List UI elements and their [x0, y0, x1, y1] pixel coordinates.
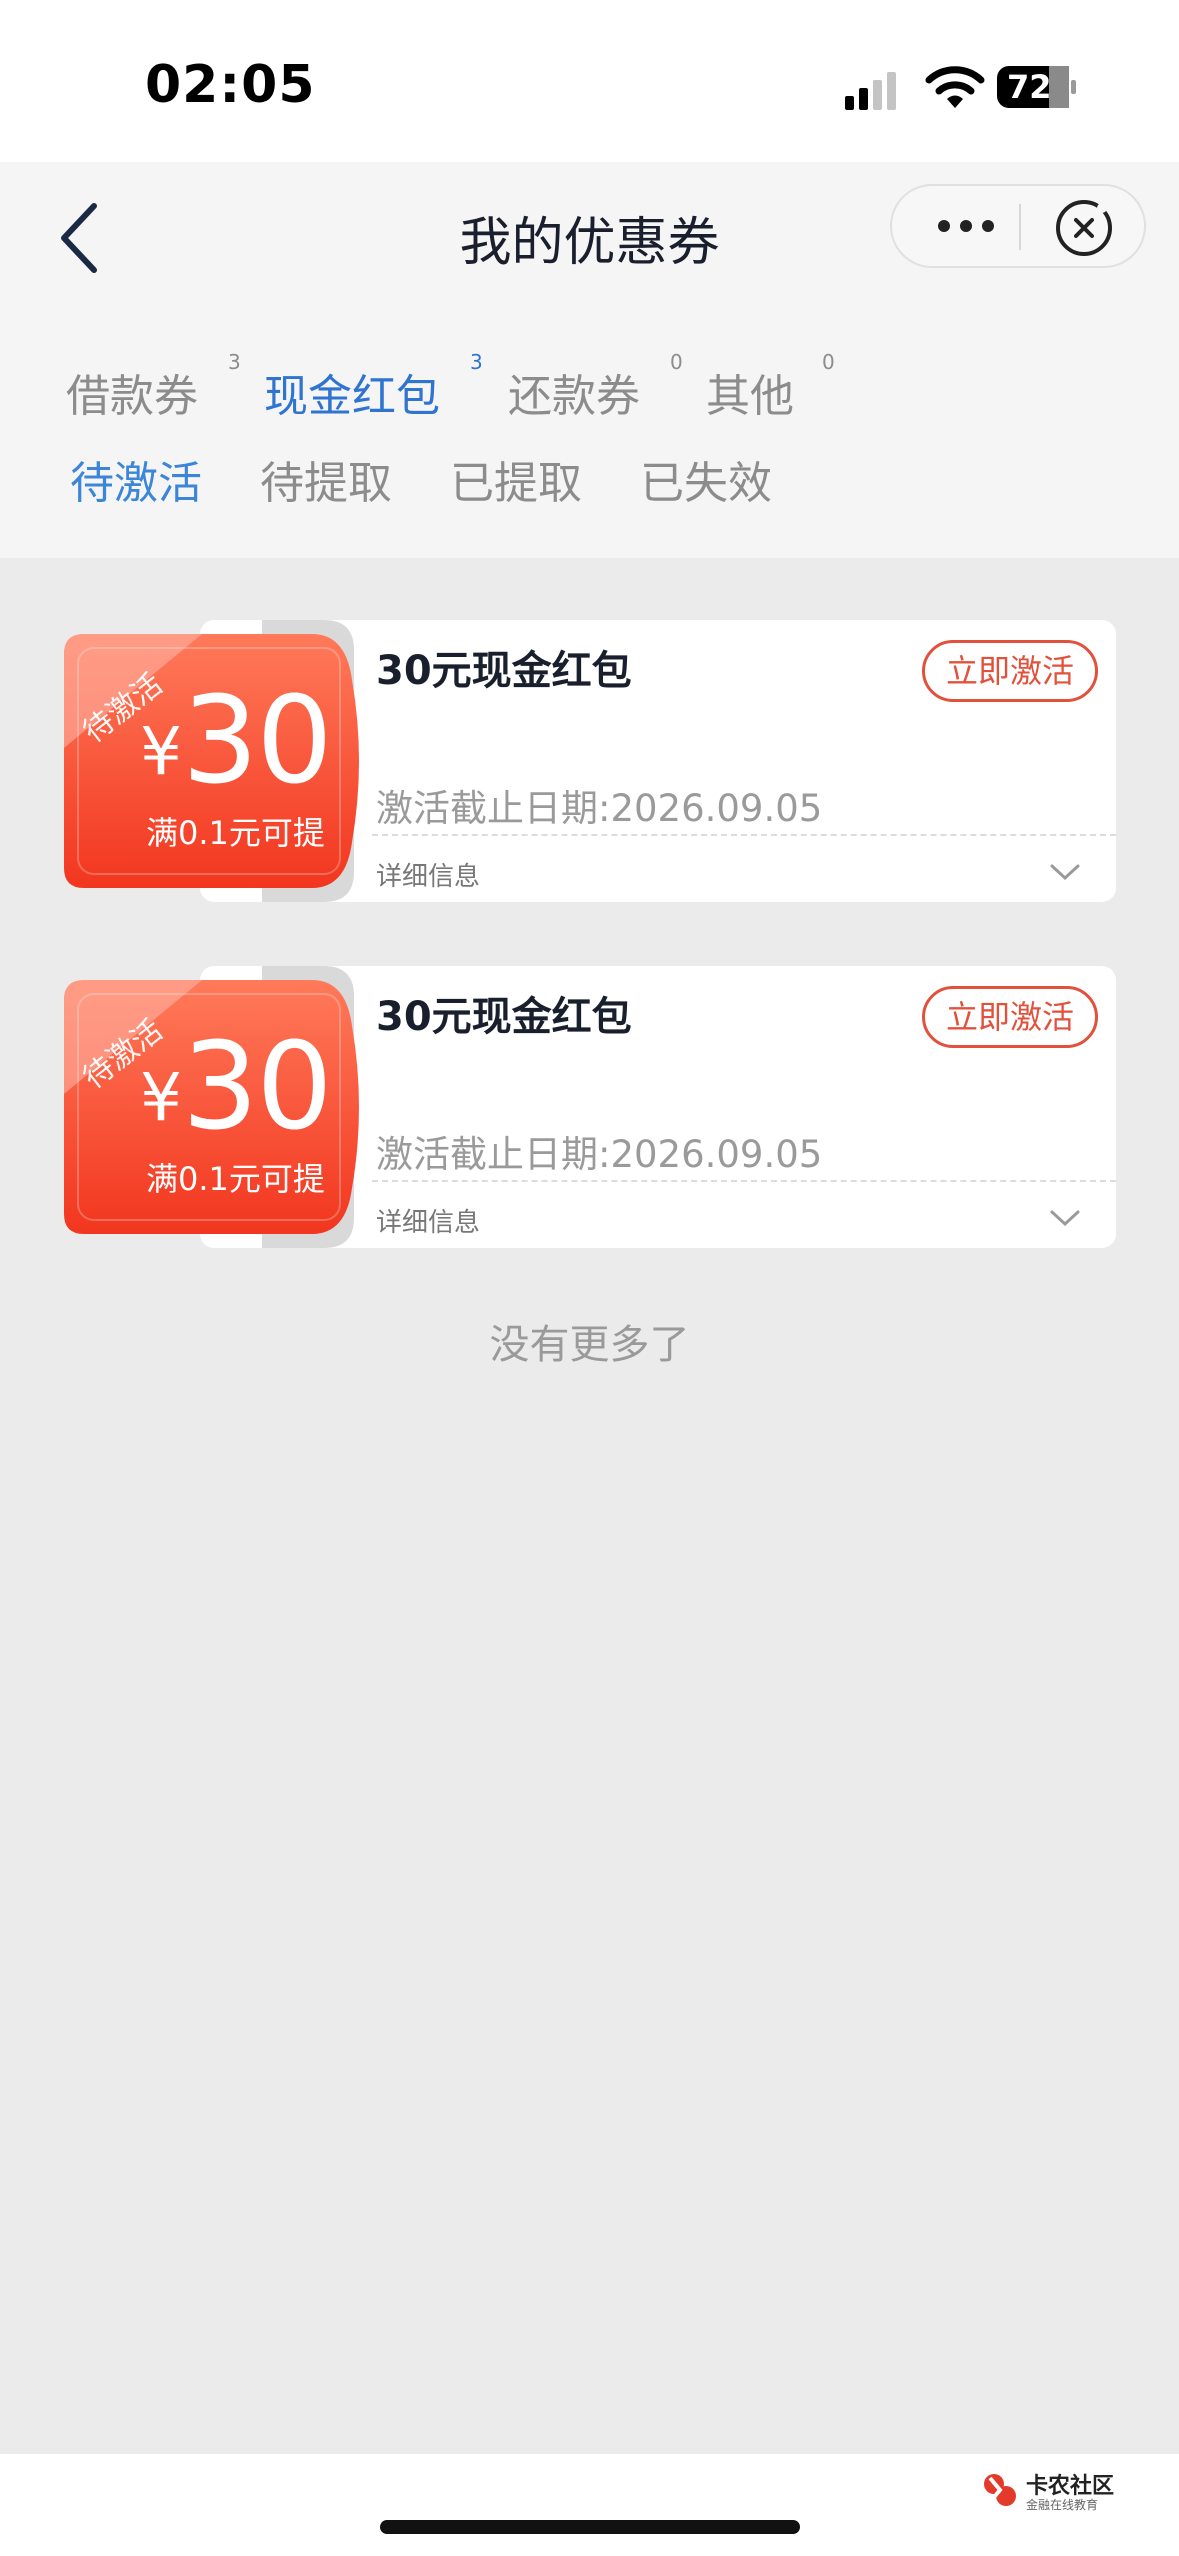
- detail-toggle[interactable]: 详细信息: [376, 1202, 480, 1239]
- coupon-card[interactable]: 待激活 ¥30 满0.1元可提 30元现金红包 立即激活 激活截止日期:2026…: [62, 620, 1116, 902]
- coupon-tabs: 借款券 3 现金红包 3 还款券 0 其他 0 待激活 待提取 已提取 已失效: [0, 322, 1179, 558]
- coupon-expiry: 激活截止日期:2026.09.05: [376, 1133, 823, 1176]
- tab-other[interactable]: 其他 0: [706, 350, 835, 424]
- close-circle-icon[interactable]: [1052, 196, 1116, 260]
- chevron-down-icon[interactable]: [1048, 1206, 1082, 1230]
- tab-repay-coupon[interactable]: 还款券 0: [508, 350, 683, 424]
- tab-count: 0: [822, 350, 835, 374]
- status-time: 02:05: [145, 55, 316, 115]
- activate-button[interactable]: 立即激活: [922, 986, 1098, 1048]
- home-indicator[interactable]: [380, 2520, 800, 2534]
- tab-label: 借款券: [66, 371, 198, 422]
- coupon-amount: ¥30: [140, 672, 333, 811]
- activate-button[interactable]: 立即激活: [922, 640, 1098, 702]
- tab-cash-redpacket[interactable]: 现金红包 3: [264, 350, 483, 424]
- tab-count: 3: [228, 350, 241, 374]
- detail-toggle[interactable]: 详细信息: [376, 856, 480, 893]
- more-icon[interactable]: [930, 204, 1010, 248]
- tab-loan-coupon[interactable]: 借款券 3: [66, 350, 241, 424]
- tab-label: 还款券: [508, 371, 640, 422]
- coupon-expiry: 激活截止日期:2026.09.05: [376, 787, 823, 830]
- coupon-title: 30元现金红包: [376, 648, 632, 694]
- coupon-condition: 满0.1元可提: [146, 814, 325, 852]
- tab-label: 现金红包: [264, 371, 440, 422]
- watermark-sub: 金融在线教育: [1026, 2498, 1099, 2512]
- capsule-divider: [1019, 204, 1021, 250]
- coupon-amount-stub: 待激活 ¥30 满0.1元可提: [62, 620, 372, 902]
- amount-value: 30: [182, 672, 333, 811]
- currency-symbol: ¥: [140, 713, 182, 790]
- coupon-card[interactable]: 待激活 ¥30 满0.1元可提 30元现金红包 立即激活 激活截止日期:2026…: [62, 966, 1116, 1248]
- chevron-down-icon[interactable]: [1048, 860, 1082, 884]
- subtab-withdrawn[interactable]: 已提取: [450, 447, 582, 511]
- amount-value: 30: [182, 1018, 333, 1157]
- watermark: 卡农社区 金融在线教育: [980, 2468, 1179, 2518]
- tab-count: 0: [670, 350, 683, 374]
- end-of-list-text: 没有更多了: [489, 1322, 690, 1368]
- currency-symbol: ¥: [140, 1059, 182, 1136]
- coupon-amount: ¥30: [140, 1018, 333, 1157]
- coupon-title: 30元现金红包: [376, 994, 632, 1040]
- wifi-icon: [925, 66, 985, 108]
- coupon-amount-stub: 待激活 ¥30 满0.1元可提: [62, 966, 372, 1248]
- cellular-signal-icon: [845, 72, 896, 110]
- subtab-pending-withdraw[interactable]: 待提取: [260, 447, 392, 511]
- mini-program-capsule: [890, 184, 1146, 268]
- coupon-condition: 满0.1元可提: [146, 1160, 325, 1198]
- battery-level: 72: [1007, 68, 1052, 106]
- tab-label: 其他: [706, 371, 794, 422]
- subtab-pending-activation[interactable]: 待激活: [70, 447, 202, 511]
- tab-count: 3: [470, 350, 483, 374]
- watermark-logo-icon: [984, 2474, 1016, 2506]
- battery-icon: 72: [997, 66, 1077, 108]
- nav-bar: 我的优惠券: [0, 162, 1179, 322]
- divider: [372, 834, 1116, 836]
- subtab-expired[interactable]: 已失效: [640, 447, 772, 511]
- divider: [372, 1180, 1116, 1182]
- status-bar: 02:05 72: [0, 0, 1179, 162]
